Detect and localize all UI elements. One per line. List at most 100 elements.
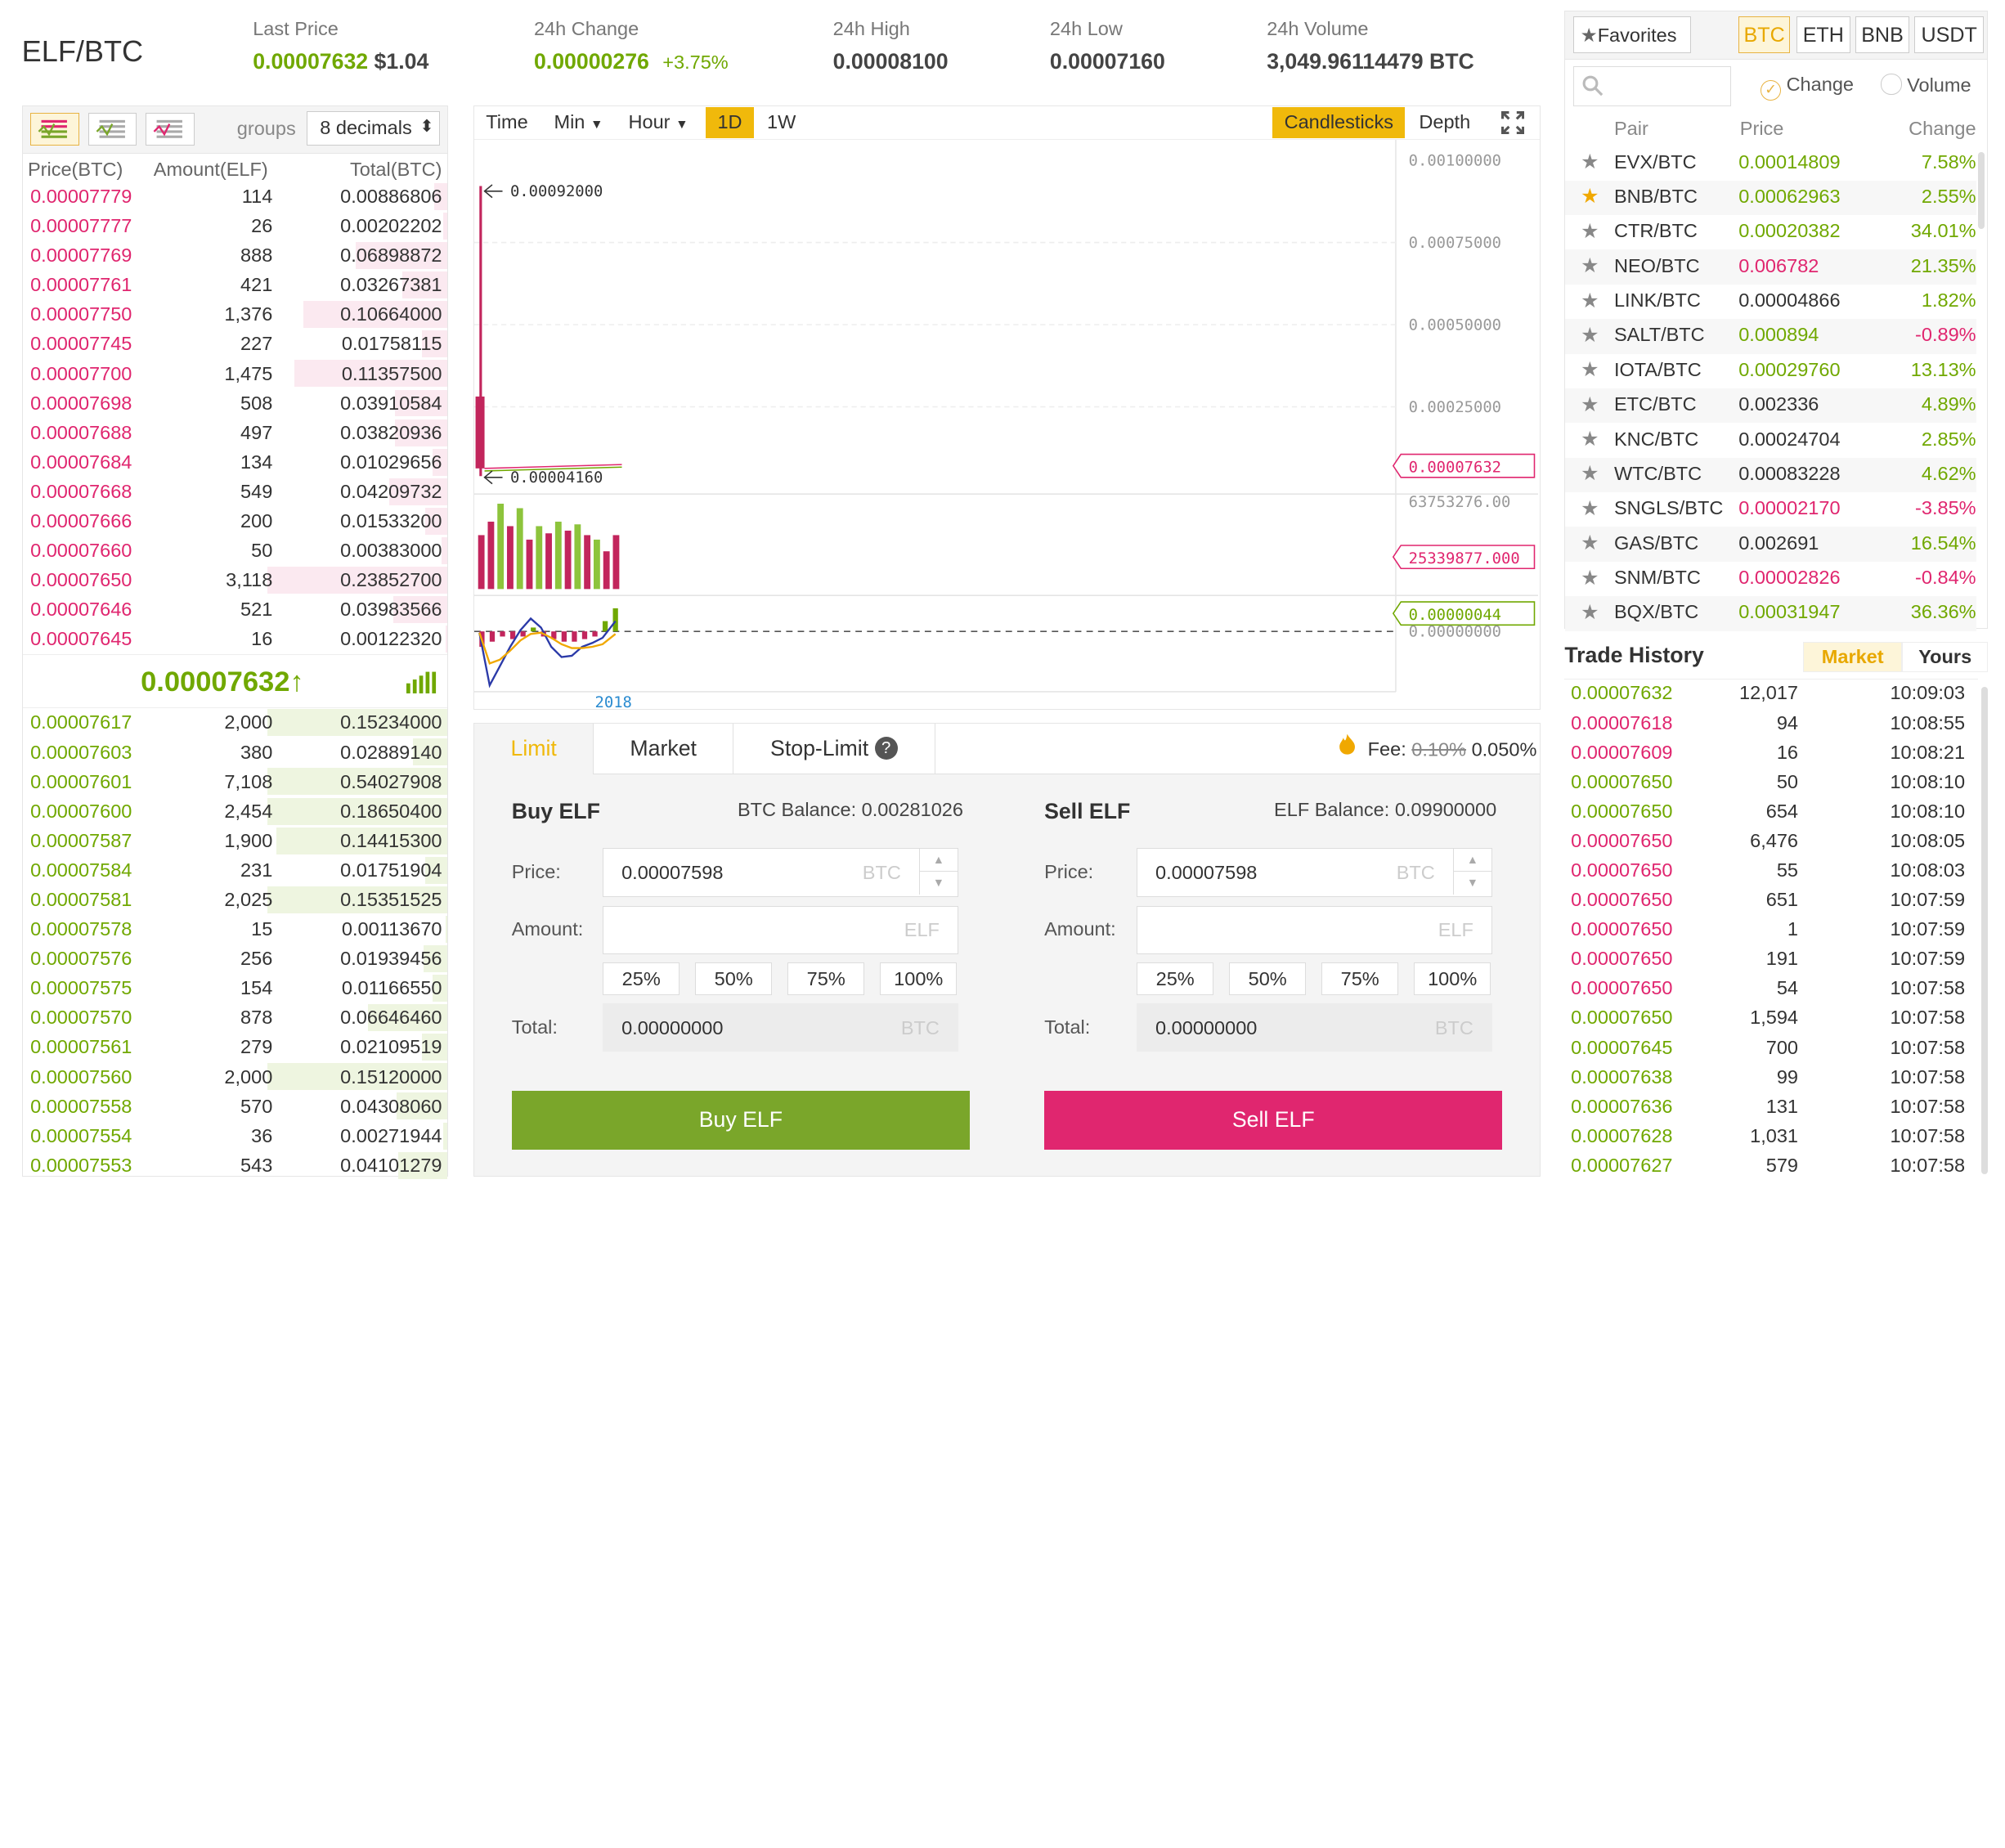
radio-change[interactable]: ✓ Change [1760,74,1854,101]
star-icon[interactable]: ★ [1581,289,1599,313]
star-icon[interactable]: ★ [1581,392,1599,417]
tab-market[interactable]: Market [594,723,734,775]
tab-limit[interactable]: Limit [474,723,594,775]
bid-row[interactable]: 0.00007600 2,454 0.18650400 [23,796,447,826]
bid-row[interactable]: 0.00007561 279 0.02109519 [23,1033,447,1062]
sell-pct-75[interactable]: 75% [1321,962,1399,996]
ask-row[interactable]: 0.00007666 200 0.01533200 [23,506,447,536]
buy-amount-input[interactable]: ELF [603,905,958,955]
price-stepper[interactable]: ▲ ▼ [1452,848,1491,895]
ask-row[interactable]: 0.00007698 508 0.03910584 [23,388,447,418]
star-icon[interactable]: ★ [1581,461,1599,486]
star-icon[interactable]: ★ [1581,357,1599,382]
bid-row[interactable]: 0.00007558 570 0.04308060 [23,1092,447,1121]
bid-row[interactable]: 0.00007617 2,000 0.15234000 [23,708,447,738]
depth-button[interactable]: Depth [1411,107,1478,138]
ask-row[interactable]: 0.00007750 1,376 0.10664000 [23,300,447,330]
market-tab-usdt[interactable]: USDT [1914,16,1984,54]
buy-pct-25[interactable]: 25% [603,962,680,996]
ask-row[interactable]: 0.00007761 421 0.03267381 [23,271,447,300]
bid-row[interactable]: 0.00007575 154 0.01166550 [23,974,447,1003]
ask-row[interactable]: 0.00007660 50 0.00383000 [23,536,447,565]
ask-row[interactable]: 0.00007700 1,475 0.11357500 [23,359,447,388]
market-row[interactable]: ★ KNC/BTC 0.00024704 2.85% [1565,423,1976,457]
bid-row[interactable]: 0.00007581 2,025 0.15351525 [23,885,447,914]
buy-price-input[interactable]: 0.00007598 BTC ▲ ▼ [603,847,958,897]
candlestick-chart[interactable]: 0.00100000 0.00075000 0.00050000 0.00025… [474,139,1539,708]
tab-market-trades[interactable]: Market [1803,641,1903,673]
sell-total-input[interactable]: 0.00000000 BTC [1137,1002,1492,1052]
star-icon[interactable]: ★ [1581,531,1599,555]
buy-pct-75[interactable]: 75% [787,962,865,996]
chart-btn-1w[interactable]: 1W [760,107,804,138]
buy-button[interactable]: Buy ELF [511,1090,971,1150]
bid-row[interactable]: 0.00007603 380 0.02889140 [23,738,447,767]
bid-row[interactable]: 0.00007578 15 0.00113670 [23,914,447,944]
star-icon[interactable]: ★ [1581,323,1599,348]
bid-row[interactable]: 0.00007584 231 0.01751904 [23,855,447,885]
ask-row[interactable]: 0.00007650 3,118 0.23852700 [23,566,447,595]
buy-pct-100[interactable]: 100% [880,962,958,996]
bid-row[interactable]: 0.00007560 2,000 0.15120000 [23,1062,447,1092]
chevron-down-icon[interactable]: ▼ [1454,872,1491,895]
bid-row[interactable]: 0.00007576 256 0.01939456 [23,944,447,973]
tab-stop-limit[interactable]: Stop-Limit ? [733,723,935,775]
market-tab-bnb[interactable]: BNB [1855,16,1909,54]
sell-pct-50[interactable]: 50% [1229,962,1307,996]
star-icon[interactable]: ★ [1581,600,1599,625]
price-stepper[interactable]: ▲ ▼ [918,848,958,895]
market-row[interactable]: ★ BNB/BTC 0.00062963 2.55% [1565,180,1976,216]
radio-volume[interactable]: Volume [1881,74,1971,96]
market-row[interactable]: ★ SALT/BTC 0.000894 -0.89% [1565,319,1976,354]
ask-row[interactable]: 0.00007769 888 0.06898872 [23,240,447,270]
market-row[interactable]: ★ CTR/BTC 0.00020382 34.01% [1565,215,1976,249]
star-icon[interactable]: ★ [1581,427,1599,451]
ask-row[interactable]: 0.00007777 26 0.00202202 [23,211,447,240]
chevron-down-icon[interactable]: ▼ [920,872,958,895]
sell-button[interactable]: Sell ELF [1044,1090,1503,1150]
star-icon[interactable]: ★ [1581,496,1599,521]
book-bids-icon[interactable] [87,112,137,146]
groups-select[interactable]: 8 decimals ⬍ [306,110,440,146]
ask-row[interactable]: 0.00007779 114 0.00886806 [23,182,447,211]
ask-row[interactable]: 0.00007645 16 0.00122320 [23,625,447,654]
market-tab-btc[interactable]: BTC [1738,16,1790,54]
star-icon[interactable]: ★ [1581,150,1599,174]
market-row[interactable]: ★ LINK/BTC 0.00004866 1.82% [1565,285,1976,319]
sell-pct-25[interactable]: 25% [1137,962,1214,996]
market-row[interactable]: ★ WTC/BTC 0.00083228 4.62% [1565,457,1976,493]
ask-row[interactable]: 0.00007646 521 0.03983566 [23,595,447,625]
bid-row[interactable]: 0.00007553 543 0.04101279 [23,1151,447,1180]
tab-your-trades[interactable]: Yours [1902,641,1989,673]
star-icon[interactable]: ★ [1581,253,1599,278]
book-asks-icon[interactable] [146,112,195,146]
ask-row[interactable]: 0.00007745 227 0.01758115 [23,330,447,359]
market-search-input[interactable] [1572,66,1731,106]
market-row[interactable]: ★ SNM/BTC 0.00002826 -0.84% [1565,562,1976,596]
bid-row[interactable]: 0.00007570 878 0.06646460 [23,1003,447,1033]
buy-total-input[interactable]: 0.00000000 BTC [603,1002,958,1052]
ask-row[interactable]: 0.00007684 134 0.01029656 [23,447,447,477]
market-row[interactable]: ★ GAS/BTC 0.002691 16.54% [1565,527,1976,562]
star-icon[interactable]: ★ [1581,184,1599,209]
chart-btn-1d[interactable]: 1D [705,107,755,138]
market-row[interactable]: ★ BQX/BTC 0.00031947 36.36% [1565,596,1976,631]
trades-scrollbar[interactable] [1981,686,1989,1175]
help-icon[interactable]: ? [874,737,898,760]
fullscreen-icon[interactable] [1493,107,1532,138]
bid-row[interactable]: 0.00007587 1,900 0.14415300 [23,826,447,855]
market-row[interactable]: ★ EVX/BTC 0.00014809 7.58% [1565,146,1976,180]
sell-amount-input[interactable]: ELF [1137,905,1492,955]
chart-btn-time[interactable]: Time [478,107,536,138]
market-row[interactable]: ★ ETC/BTC 0.002336 4.89% [1565,388,1976,424]
star-icon[interactable]: ★ [1581,566,1599,590]
market-row[interactable]: ★ SNGLS/BTC 0.00002170 -3.85% [1565,492,1976,527]
buy-pct-50[interactable]: 50% [695,962,773,996]
ask-row[interactable]: 0.00007688 497 0.03820936 [23,418,447,447]
bid-row[interactable]: 0.00007601 7,108 0.54027908 [23,767,447,796]
star-icon[interactable]: ★ [1581,219,1599,244]
bid-row[interactable]: 0.00007554 36 0.00271944 [23,1121,447,1151]
ask-row[interactable]: 0.00007668 549 0.04209732 [23,477,447,506]
market-row[interactable]: ★ IOTA/BTC 0.00029760 13.13% [1565,354,1976,388]
chevron-up-icon[interactable]: ▲ [919,849,958,872]
